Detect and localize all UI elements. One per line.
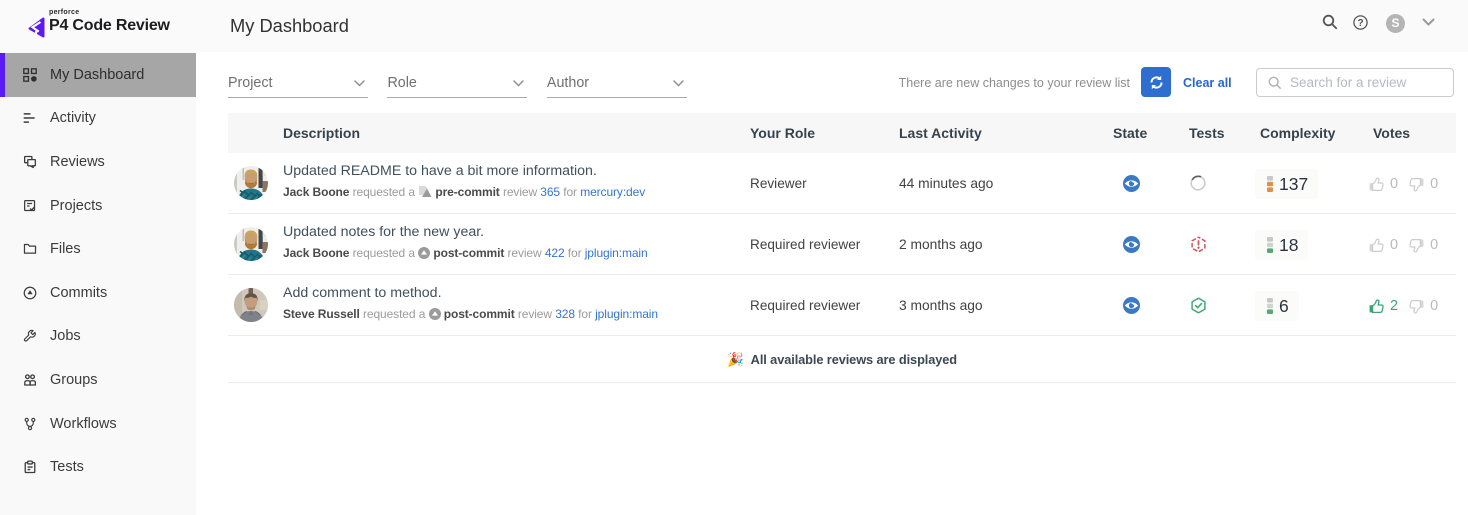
svg-text:?: ? — [1357, 18, 1363, 29]
